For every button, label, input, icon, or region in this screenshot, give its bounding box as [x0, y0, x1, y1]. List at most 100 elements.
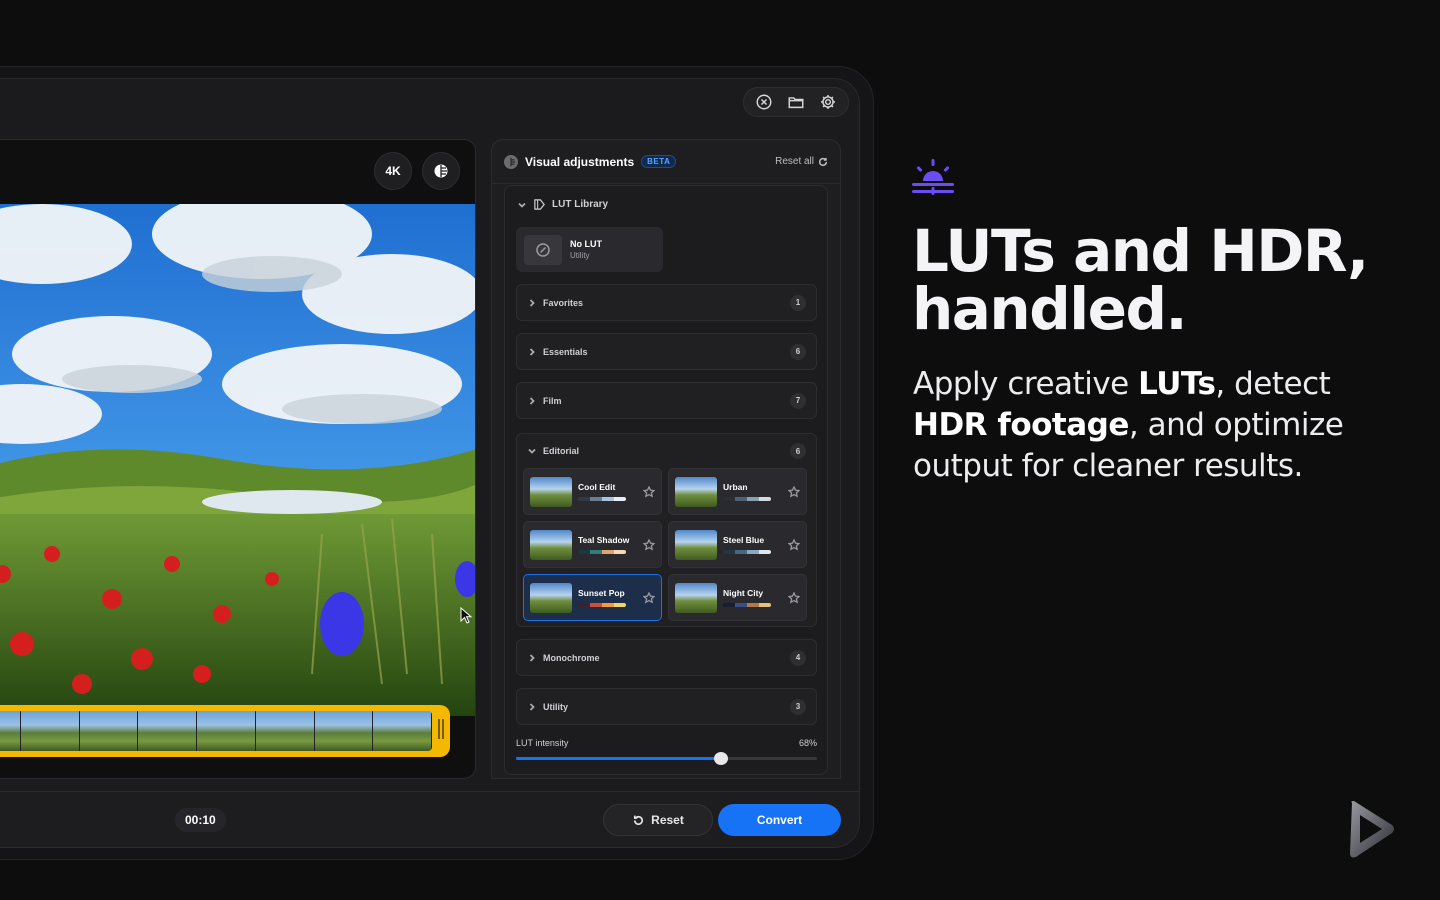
- chevron-right-icon: [529, 702, 535, 711]
- lut-swatches: [578, 497, 626, 501]
- timeline-thumb: [20, 711, 80, 751]
- category-favorites[interactable]: Favorites 1: [516, 284, 817, 321]
- lut-name: Urban: [723, 482, 748, 492]
- chevron-right-icon: [529, 298, 535, 307]
- folder-icon[interactable]: [782, 88, 810, 116]
- swatch: [747, 550, 759, 554]
- subcopy-emphasis: HDR footage: [913, 407, 1129, 443]
- category-essentials[interactable]: Essentials 6: [516, 333, 817, 370]
- category-utility[interactable]: Utility 3: [516, 688, 817, 725]
- video-frame: [0, 204, 475, 716]
- no-lut-icon: [524, 234, 562, 265]
- timeline[interactable]: [0, 705, 450, 757]
- lut-thumbnail: [675, 476, 717, 507]
- chevron-down-icon: [518, 202, 526, 208]
- star-icon[interactable]: [642, 485, 656, 498]
- lut-info: Urban: [723, 482, 771, 501]
- app-window: 4K Visual adjustments BETA Reset all LUT…: [0, 78, 860, 848]
- lut-card[interactable]: Sunset Pop: [523, 574, 662, 621]
- lut-card[interactable]: Cool Edit: [523, 468, 662, 515]
- lut-info: Sunset Pop: [578, 588, 626, 607]
- lut-swatches: [723, 497, 771, 501]
- lut-info: Night City: [723, 588, 771, 607]
- category-monochrome[interactable]: Monochrome 4: [516, 639, 817, 676]
- slider-knob[interactable]: [713, 752, 728, 765]
- swatch: [614, 550, 626, 554]
- swatch: [723, 550, 735, 554]
- reset-button[interactable]: Reset: [603, 804, 713, 836]
- reset-label: Reset: [651, 813, 684, 827]
- no-lut-category: Utility: [570, 251, 590, 260]
- lut-info: Steel Blue: [723, 535, 771, 554]
- app-logo-icon: [1350, 801, 1394, 858]
- swatch: [735, 550, 747, 554]
- swatch: [578, 497, 590, 501]
- undo-icon: [634, 815, 644, 825]
- video-preview: 4K: [0, 139, 476, 779]
- close-circle-icon[interactable]: [750, 88, 778, 116]
- trim-handle[interactable]: [436, 719, 446, 743]
- swatch: [759, 603, 771, 607]
- timeline-thumb: [314, 711, 374, 751]
- swatch: [747, 603, 759, 607]
- star-icon[interactable]: [787, 485, 801, 498]
- duration-display: 00:10: [175, 808, 226, 832]
- timeline-filmstrip[interactable]: [0, 711, 432, 751]
- swatch: [590, 550, 602, 554]
- hdr-icon[interactable]: [422, 152, 460, 190]
- lut-card[interactable]: Teal Shadow: [523, 521, 662, 568]
- panel-header: Visual adjustments BETA Reset all: [492, 140, 840, 184]
- lut-card[interactable]: Night City: [668, 574, 807, 621]
- lut-swatches: [723, 603, 771, 607]
- lut-intensity-slider[interactable]: [516, 752, 817, 765]
- category-label: Favorites: [543, 297, 584, 308]
- lut-thumbnail: [675, 582, 717, 613]
- chevron-right-icon: [529, 396, 535, 405]
- lut-swatches: [578, 550, 626, 554]
- lut-thumbnail: [530, 476, 572, 507]
- category-label: Film: [543, 395, 562, 406]
- chevron-down-icon: [528, 448, 536, 454]
- lut-library-icon: [534, 199, 545, 210]
- star-icon[interactable]: [642, 538, 656, 551]
- swatch: [602, 550, 614, 554]
- timeline-thumb: [79, 711, 139, 751]
- swatch: [747, 497, 759, 501]
- swatch: [578, 550, 590, 554]
- headline-line-1: LUTs and HDR,: [912, 217, 1369, 285]
- reset-all-button[interactable]: Reset all: [775, 156, 828, 167]
- resolution-badge[interactable]: 4K: [374, 152, 412, 190]
- star-icon[interactable]: [787, 538, 801, 551]
- category-count: 6: [790, 443, 806, 459]
- swatch: [602, 603, 614, 607]
- timeline-thumb: [255, 711, 315, 751]
- lut-intensity-row: LUT intensity 68%: [516, 738, 817, 748]
- subcopy-emphasis: LUTs: [1138, 366, 1216, 402]
- swatch: [759, 550, 771, 554]
- swatch: [590, 497, 602, 501]
- adjustments-icon: [504, 154, 518, 169]
- star-icon[interactable]: [787, 591, 801, 604]
- category-label: Monochrome: [543, 652, 600, 663]
- subcopy: Apply creative LUTs, detect HDR footage,…: [913, 364, 1353, 487]
- lut-thumbnail: [530, 582, 572, 613]
- category-editorial: Editorial 6 Cool Edit Urban Teal Shadow Ste…: [516, 433, 817, 627]
- lut-card[interactable]: Steel Blue: [668, 521, 807, 568]
- category-film[interactable]: Film 7: [516, 382, 817, 419]
- star-icon[interactable]: [642, 591, 656, 604]
- chevron-right-icon: [529, 653, 535, 662]
- lut-name: Night City: [723, 588, 764, 598]
- category-count: 6: [790, 343, 806, 360]
- no-lut-option[interactable]: No LUT Utility: [516, 227, 663, 272]
- sunrise-icon: [912, 159, 954, 195]
- lut-card[interactable]: Urban: [668, 468, 807, 515]
- lut-library-label: LUT Library: [552, 199, 609, 210]
- lut-library-toggle[interactable]: LUT Library: [517, 198, 608, 211]
- lut-swatches: [723, 550, 771, 554]
- subcopy-text: , detect: [1215, 366, 1331, 402]
- category-count: 1: [790, 294, 806, 311]
- gear-icon[interactable]: [814, 88, 842, 116]
- category-count: 4: [790, 649, 806, 666]
- category-editorial-toggle[interactable]: Editorial 6: [517, 434, 816, 468]
- convert-button[interactable]: Convert: [718, 804, 841, 836]
